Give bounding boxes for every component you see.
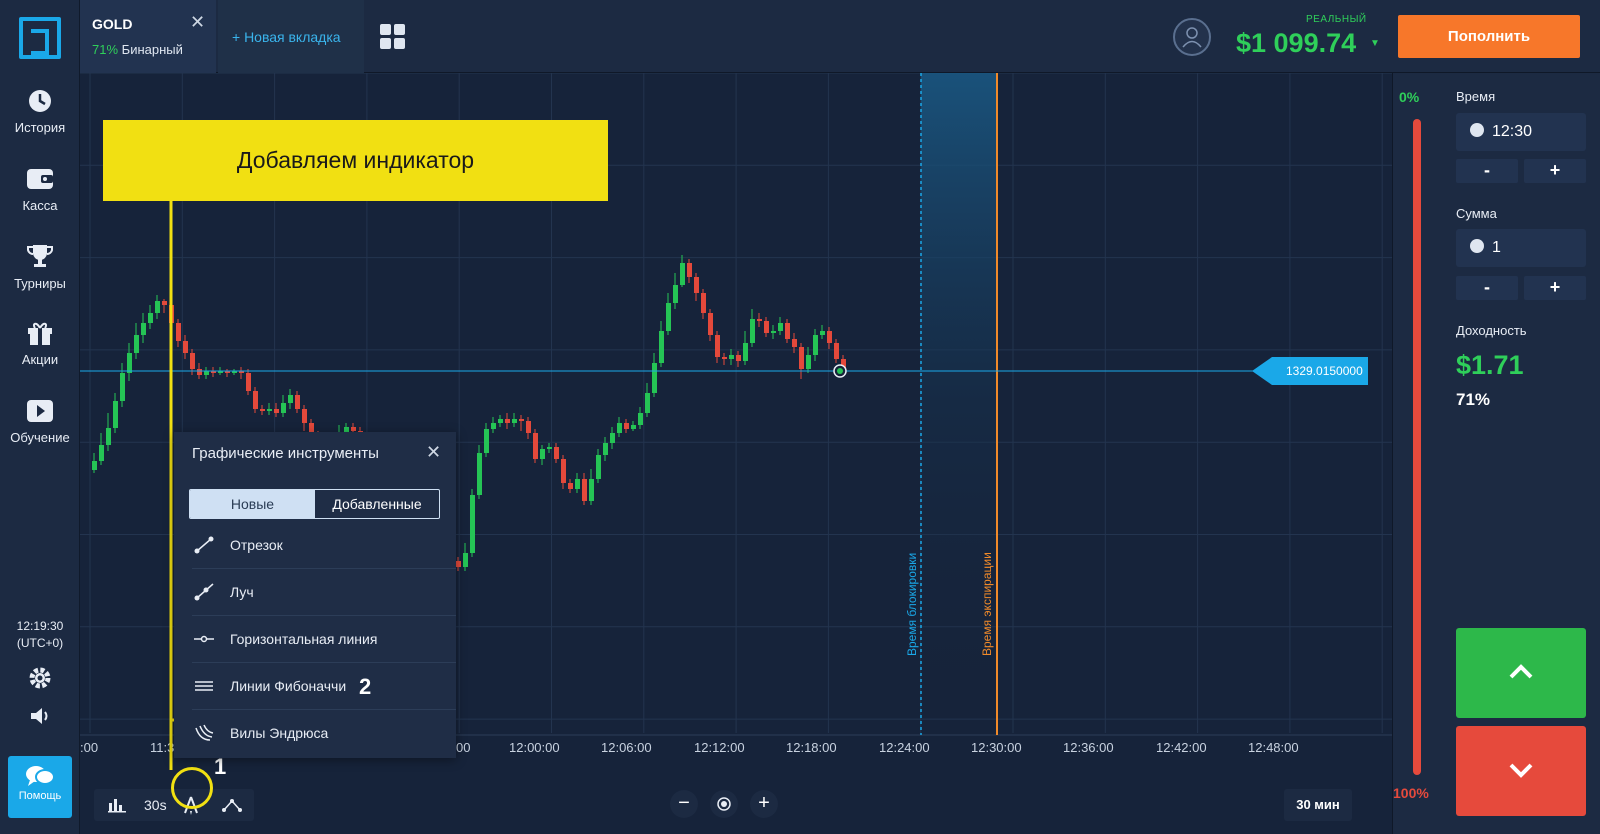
fibonacci-icon — [195, 681, 213, 691]
popup-title: Графические инструменты — [192, 445, 379, 462]
segment-icon — [194, 536, 214, 554]
put-down-button[interactable] — [1456, 726, 1586, 816]
tool-ray[interactable]: Луч — [192, 569, 456, 616]
ray-icon — [194, 583, 214, 601]
tab-added-tools[interactable]: Добавленные — [315, 490, 439, 518]
amount-minus-button[interactable]: - — [1456, 276, 1518, 300]
close-icon[interactable]: ✕ — [426, 442, 441, 463]
tool-label: Луч — [230, 584, 254, 600]
chevron-up-icon — [1509, 664, 1533, 679]
call-up-button[interactable] — [1456, 628, 1586, 718]
tool-label: Отрезок — [230, 537, 283, 553]
timeframe-selector[interactable]: 30 мин — [1284, 789, 1352, 821]
annotation-step-2: 2 — [359, 674, 372, 699]
amount-label: Сумма — [1456, 206, 1497, 221]
amount-plus-button[interactable]: + — [1524, 276, 1586, 300]
annotation-circle — [171, 767, 213, 809]
zoom-in-button[interactable]: + — [750, 790, 778, 818]
sentiment-gauge — [1413, 119, 1421, 775]
target-icon — [717, 797, 731, 811]
tool-label: Вилы Эндрюса — [230, 725, 329, 741]
reset-view-button[interactable] — [710, 790, 738, 818]
tool-fibonacci-lines[interactable]: Линии Фибоначчи — [192, 663, 456, 710]
dollar-icon — [1470, 239, 1484, 253]
time-minus-button[interactable]: - — [1456, 159, 1518, 183]
tool-andrews-pitchfork[interactable]: Вилы Эндрюса — [192, 710, 456, 757]
pitchfork-icon — [195, 724, 214, 741]
profit-percent: 71% — [1456, 390, 1491, 409]
time-plus-button[interactable]: + — [1524, 159, 1586, 183]
clock-icon — [1470, 123, 1484, 137]
zoom-out-button[interactable]: − — [670, 790, 698, 818]
tool-label: Горизонтальная линия — [230, 631, 378, 647]
tools-tab-switch: Новые Добавленные — [189, 489, 440, 519]
horizontal-line-icon — [194, 635, 214, 643]
indicators-icon[interactable] — [222, 798, 242, 812]
time-value: 12:30 — [1492, 123, 1533, 140]
amount-input[interactable]: 1 — [1456, 229, 1586, 267]
drawing-tools-popup: Графические инструменты ✕ Новые Добавлен… — [174, 432, 456, 758]
time-input[interactable]: 12:30 — [1456, 113, 1586, 151]
profit-value: $1.71 — [1456, 350, 1524, 380]
tool-horizontal-line[interactable]: Горизонтальная линия — [192, 616, 456, 663]
chart-type-icon[interactable] — [108, 797, 126, 813]
tab-new-tools[interactable]: Новые — [190, 490, 315, 518]
interval-selector[interactable]: 30s — [144, 797, 167, 813]
tool-label: Линии Фибоначчи — [230, 678, 347, 694]
profit-label: Доходность — [1456, 323, 1527, 338]
tool-segment[interactable]: Отрезок — [192, 522, 456, 569]
trade-panel: 0% 100% Время 12:30 - + Сумма 1 - + Дохо… — [1392, 73, 1600, 834]
sentiment-top-pct: 0% — [1399, 89, 1420, 105]
chevron-down-icon — [1509, 763, 1533, 778]
sentiment-bottom-pct: 100% — [1393, 785, 1429, 801]
time-label: Время — [1456, 89, 1496, 104]
amount-value: 1 — [1492, 239, 1501, 256]
